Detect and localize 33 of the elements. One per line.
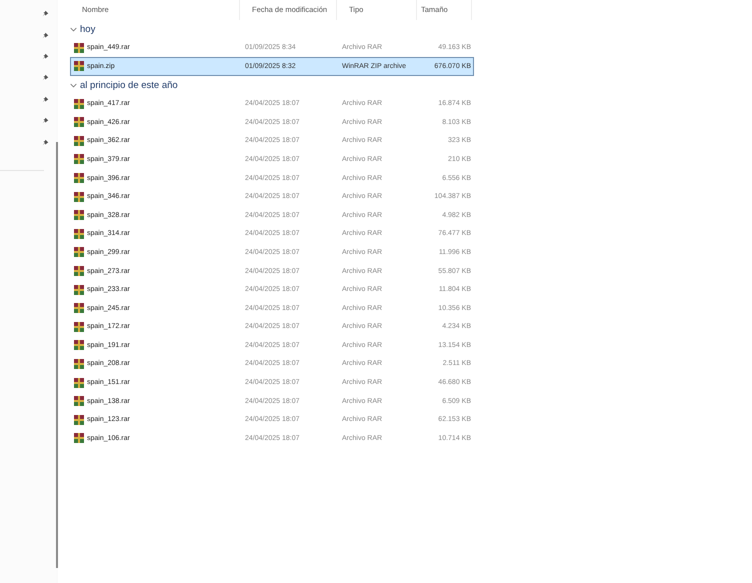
archive-icon [74,117,84,128]
pin-icon[interactable] [42,138,49,146]
scrollbar-thumb[interactable] [56,142,58,568]
archive-icon [74,358,84,369]
archive-icon [74,136,84,146]
pin-icon[interactable] [42,32,49,39]
archive-icon [74,173,84,184]
archive-icon [74,247,84,258]
archive-icon [74,378,84,388]
chevron-icon[interactable] [70,26,77,33]
archive-icon [74,192,84,202]
pin-icon[interactable] [42,74,49,82]
group-header[interactable]: al principio de este año [80,80,178,91]
archive-icon [74,154,84,164]
archive-icon [74,228,84,239]
pin-icon[interactable] [42,117,49,124]
archive-icon [74,284,84,295]
archive-icon [74,61,84,72]
group-header[interactable]: hoy [80,24,96,35]
archive-icon [74,42,84,53]
chevron-icon[interactable] [70,82,77,89]
archive-icon [74,98,84,109]
archive-icon [74,433,84,444]
archive-icon [74,210,84,220]
archive-icon [74,266,84,276]
pin-icon[interactable] [42,52,49,60]
archive-icon [74,303,84,314]
archive-icon [74,396,84,406]
archive-icon [74,414,84,425]
archive-icon [74,340,84,350]
pin-icon[interactable] [42,96,49,103]
archive-icon [74,322,84,332]
pin-icon[interactable] [42,10,49,18]
